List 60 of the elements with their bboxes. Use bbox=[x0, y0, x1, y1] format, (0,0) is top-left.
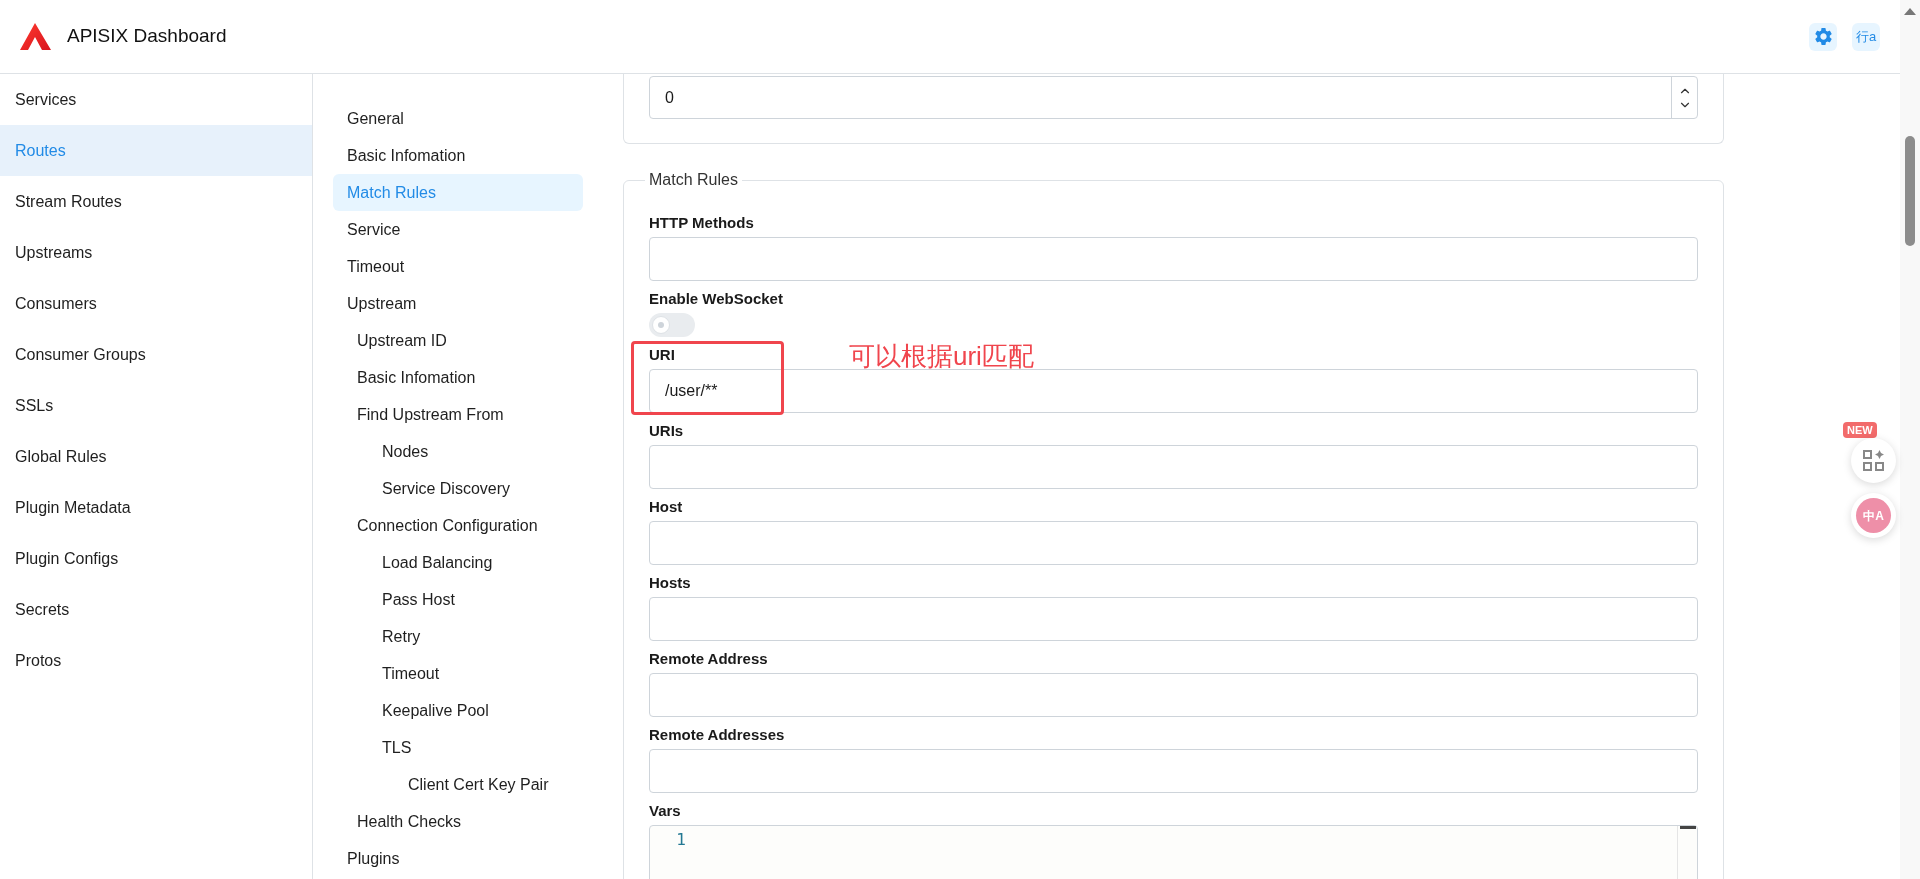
text-field[interactable] bbox=[649, 521, 1698, 565]
field-label: Remote Addresses bbox=[649, 725, 785, 745]
text-field[interactable] bbox=[649, 673, 1698, 717]
toggle-switch[interactable] bbox=[649, 313, 695, 337]
scroll-up-icon[interactable] bbox=[1904, 8, 1916, 15]
text-field[interactable] bbox=[649, 445, 1698, 489]
sidebar-item[interactable]: SSLs bbox=[0, 380, 312, 431]
field-label: Vars bbox=[649, 801, 681, 821]
field-label: Enable WebSocket bbox=[649, 289, 783, 309]
sidebar-item[interactable]: Consumers bbox=[0, 278, 312, 329]
sidebar-item[interactable]: Consumer Groups bbox=[0, 329, 312, 380]
line-number: 1 bbox=[675, 830, 686, 850]
field-label: HTTP Methods bbox=[649, 213, 754, 233]
field-label: URIs bbox=[649, 421, 684, 441]
toc-item[interactable]: Plugins bbox=[333, 840, 583, 877]
sidebar-item[interactable]: Services bbox=[0, 74, 312, 125]
apps-button[interactable] bbox=[1851, 438, 1896, 483]
toc-item[interactable]: Timeout bbox=[333, 248, 583, 285]
toc-item[interactable]: Connection Configuration bbox=[333, 507, 583, 544]
field-label: URI bbox=[649, 345, 675, 365]
text-field[interactable]: /user/** bbox=[649, 369, 1698, 413]
toc-item[interactable]: Nodes bbox=[333, 433, 583, 470]
sidebar-item[interactable]: Upstreams bbox=[0, 227, 312, 278]
toc-item[interactable]: Keepalive Pool bbox=[333, 692, 583, 729]
sidebar-item[interactable]: Plugin Configs bbox=[0, 533, 312, 584]
field-label: Hosts bbox=[649, 573, 691, 593]
section-legend: Match Rules bbox=[645, 168, 742, 192]
toc-item[interactable]: Basic Infomation bbox=[333, 137, 583, 174]
toc-item[interactable]: Upstream bbox=[333, 285, 583, 322]
field-label: Host bbox=[649, 497, 683, 517]
toc-item[interactable]: Basic Infomation bbox=[333, 359, 583, 396]
toc-item[interactable]: TLS bbox=[333, 729, 583, 766]
toc-item[interactable]: Client Cert Key Pair bbox=[333, 766, 583, 803]
number-field[interactable]: 0 bbox=[649, 76, 1698, 119]
sidebar-item[interactable]: Plugin Metadata bbox=[0, 482, 312, 533]
toc-item[interactable]: Service bbox=[333, 211, 583, 248]
toc-item[interactable]: General bbox=[333, 100, 583, 137]
scrollbar-thumb[interactable] bbox=[1905, 136, 1915, 246]
toc-item[interactable]: Health Checks bbox=[333, 803, 583, 840]
text-field[interactable] bbox=[649, 237, 1698, 281]
toc-item[interactable]: Retry bbox=[333, 618, 583, 655]
sidebar-item[interactable]: Secrets bbox=[0, 584, 312, 635]
text-field[interactable] bbox=[649, 749, 1698, 793]
apps-sparkle-icon bbox=[1862, 449, 1885, 472]
new-badge: NEW bbox=[1843, 422, 1877, 438]
toc-item[interactable]: Find Upstream From bbox=[333, 396, 583, 433]
toc-item[interactable]: Upstream ID bbox=[333, 322, 583, 359]
app-title: APISIX Dashboard bbox=[67, 24, 227, 49]
toc-item[interactable]: Service Discovery bbox=[333, 470, 583, 507]
settings-button[interactable] bbox=[1809, 22, 1837, 51]
logo-icon bbox=[20, 23, 51, 50]
sidebar-item[interactable]: Stream Routes bbox=[0, 176, 312, 227]
toc-item[interactable]: Load Balancing bbox=[333, 544, 583, 581]
text-field[interactable] bbox=[649, 597, 1698, 641]
field-label: Remote Address bbox=[649, 649, 768, 669]
toc-item[interactable]: Timeout bbox=[333, 655, 583, 692]
code-editor[interactable]: 1 bbox=[649, 825, 1698, 879]
sidebar-item[interactable]: Global Rules bbox=[0, 431, 312, 482]
sidebar-item[interactable]: Protos bbox=[0, 635, 312, 686]
toc-item[interactable]: Pass Host bbox=[333, 581, 583, 618]
